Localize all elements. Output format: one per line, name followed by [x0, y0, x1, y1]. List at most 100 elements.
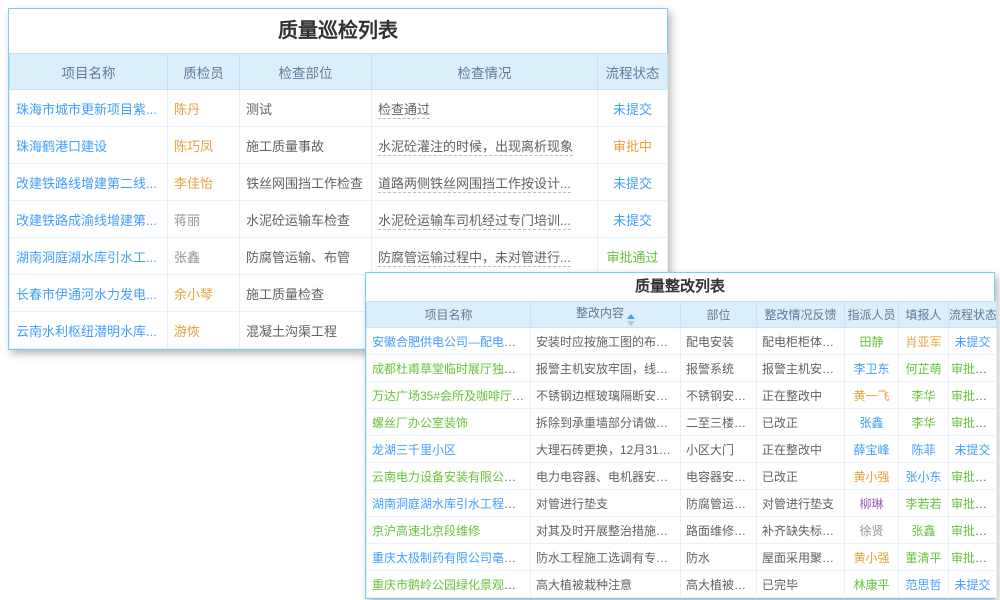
cell-reporter: 肖亚军 — [899, 328, 949, 355]
rectify-row: 云南电力设备安装有限公司20... 电力电容器、电机器安装方案,... 电容器安… — [367, 463, 997, 490]
situation-text: 道路两侧铁丝网围挡工作按设计... — [378, 176, 571, 193]
project-link[interactable]: 安徽合肥供电公司—配电设备... — [372, 335, 531, 349]
rectify-row: 螺丝厂办公室装饰 拆除到承重墙部分请做好加固... 二至三楼混... 已改正 张… — [367, 409, 997, 436]
inspector-name[interactable]: 陈巧凤 — [174, 139, 213, 154]
cell-feedback: 配电柜柜体与... — [757, 328, 845, 355]
assignee-name[interactable]: 田静 — [859, 335, 883, 349]
project-link[interactable]: 京沪高速北京段维修 — [372, 524, 480, 538]
project-link[interactable]: 湖南洞庭湖水库引水工... — [16, 250, 157, 265]
status-text: 审批通过 — [951, 470, 997, 484]
project-link[interactable]: 珠海鹤港口建设 — [16, 139, 107, 154]
project-link[interactable]: 重庆市鹅岭公园绿化景观提升... — [372, 578, 531, 592]
cell-inspector: 李佳怡 — [168, 164, 240, 201]
status-text: 未提交 — [954, 578, 990, 592]
assignee-name[interactable]: 徐贤 — [859, 524, 883, 538]
reporter-name[interactable]: 张鑫 — [911, 524, 935, 538]
inspector-name[interactable]: 游恢 — [174, 324, 200, 339]
cell-reporter: 张鑫 — [899, 517, 949, 544]
assignee-name[interactable]: 林康平 — [853, 578, 889, 592]
assignee-name[interactable]: 黄一飞 — [853, 389, 889, 403]
situation-text: 防腐管运输过程中，未对管进行... — [378, 250, 571, 267]
cell-content: 大理石砖更换，12月31日之... — [531, 436, 681, 463]
assignee-name[interactable]: 李卫东 — [853, 362, 889, 376]
col-header-content-label: 整改内容 — [576, 306, 624, 320]
cell-project: 重庆市鹅岭公园绿化景观提升... — [367, 571, 531, 598]
reporter-name[interactable]: 李若若 — [905, 497, 941, 511]
project-link[interactable]: 重庆太极制药有限公司亳州中... — [372, 551, 531, 565]
inspector-name[interactable]: 张鑫 — [174, 250, 200, 265]
inspection-list-title: 质量巡检列表 — [9, 9, 667, 53]
cell-part: 不锈钢安装... — [681, 382, 757, 409]
inspection-header-row: 项目名称 质检员 检查部位 检查情况 流程状态 — [10, 54, 668, 90]
cell-reporter: 李华 — [899, 382, 949, 409]
inspector-name[interactable]: 李佳怡 — [174, 176, 213, 191]
inspector-name[interactable]: 余小琴 — [174, 287, 213, 302]
inspector-name[interactable]: 蒋丽 — [174, 213, 200, 228]
cell-inspector: 陈丹 — [168, 90, 240, 127]
cell-status: 审批通过 — [949, 463, 997, 490]
assignee-name[interactable]: 薛宝峰 — [853, 443, 889, 457]
cell-content: 高大植被栽种注意 — [531, 571, 681, 598]
assignee-name[interactable]: 黄小强 — [853, 551, 889, 565]
cell-assignee: 柳琳 — [845, 490, 899, 517]
reporter-name[interactable]: 陈菲 — [911, 443, 935, 457]
cell-content: 不锈钢边框玻璃隔断安装不牢... — [531, 382, 681, 409]
reporter-name[interactable]: 范思哲 — [905, 578, 941, 592]
assignee-name[interactable]: 黄小强 — [853, 470, 889, 484]
cell-status: 审批通过 — [949, 517, 997, 544]
cell-content: 对管进行垫支 — [531, 490, 681, 517]
inspector-name[interactable]: 陈丹 — [174, 102, 200, 117]
project-link[interactable]: 长春市伊通河水力发电... — [16, 287, 157, 302]
reporter-name[interactable]: 肖亚军 — [905, 335, 941, 349]
status-text: 未提交 — [613, 176, 652, 191]
status-text: 审批通过 — [951, 362, 997, 376]
cell-feedback: 补齐缺失标志... — [757, 517, 845, 544]
reporter-name[interactable]: 张小东 — [905, 470, 941, 484]
project-link[interactable]: 珠海市城市更新项目紫... — [16, 102, 157, 117]
status-text: 未提交 — [954, 443, 990, 457]
col-header-feedback: 整改情况反馈 — [757, 302, 845, 328]
cell-part: 配电安装 — [681, 328, 757, 355]
project-link[interactable]: 湖南洞庭湖水库引水工程施工I标 — [372, 497, 531, 511]
reporter-name[interactable]: 董清平 — [905, 551, 941, 565]
cell-part: 防腐管运输、布管 — [240, 238, 372, 275]
cell-assignee: 张鑫 — [845, 409, 899, 436]
cell-part: 施工质量事故 — [240, 127, 372, 164]
cell-part: 电容器安装... — [681, 463, 757, 490]
cell-assignee: 黄一飞 — [845, 382, 899, 409]
project-link[interactable]: 螺丝厂办公室装饰 — [372, 416, 468, 430]
cell-assignee: 薛宝峰 — [845, 436, 899, 463]
cell-reporter: 张小东 — [899, 463, 949, 490]
project-link[interactable]: 改建铁路成渝线增建第... — [16, 213, 157, 228]
project-link[interactable]: 改建铁路线增建第二线... — [16, 176, 157, 191]
status-text: 审批通过 — [951, 416, 997, 430]
status-text: 审批通过 — [951, 497, 997, 511]
cell-feedback: 报警主机安放... — [757, 355, 845, 382]
assignee-name[interactable]: 张鑫 — [859, 416, 883, 430]
col-header-content[interactable]: 整改内容 — [531, 302, 681, 328]
rectify-header-row: 项目名称 整改内容 部位 整改情况反馈 指派人员 填报人 流程状态 — [367, 302, 997, 328]
reporter-name[interactable]: 李华 — [911, 416, 935, 430]
project-link[interactable]: 成都杜甫草堂临时展厅独立展... — [372, 362, 531, 376]
col-header-project: 项目名称 — [10, 54, 168, 90]
cell-inspector: 游恢 — [168, 312, 240, 349]
assignee-name[interactable]: 柳琳 — [859, 497, 883, 511]
cell-part: 防腐管运输... — [681, 490, 757, 517]
cell-project: 珠海市城市更新项目紫... — [10, 90, 168, 127]
project-link[interactable]: 万达广场35#会所及咖啡厅空... — [372, 389, 531, 403]
cell-part: 水泥砼运输车检查 — [240, 201, 372, 238]
cell-feedback: 已改正 — [757, 409, 845, 436]
status-text: 审批通过 — [951, 551, 997, 565]
project-link[interactable]: 云南水利枢纽潜明水库... — [16, 324, 157, 339]
reporter-name[interactable]: 何芷萌 — [905, 362, 941, 376]
cell-project: 长春市伊通河水力发电... — [10, 275, 168, 312]
sort-icon[interactable] — [627, 314, 635, 326]
cell-part: 测试 — [240, 90, 372, 127]
cell-content: 防水工程施工选调有专业资质... — [531, 544, 681, 571]
cell-assignee: 李卫东 — [845, 355, 899, 382]
project-link[interactable]: 云南电力设备安装有限公司20... — [372, 470, 531, 484]
project-link[interactable]: 龙湖三千里小区 — [372, 443, 456, 457]
reporter-name[interactable]: 李华 — [911, 389, 935, 403]
col-header-assignee: 指派人员 — [845, 302, 899, 328]
rectify-row: 龙湖三千里小区 大理石砖更换，12月31日之... 小区大门 正在整改中 薛宝峰… — [367, 436, 997, 463]
